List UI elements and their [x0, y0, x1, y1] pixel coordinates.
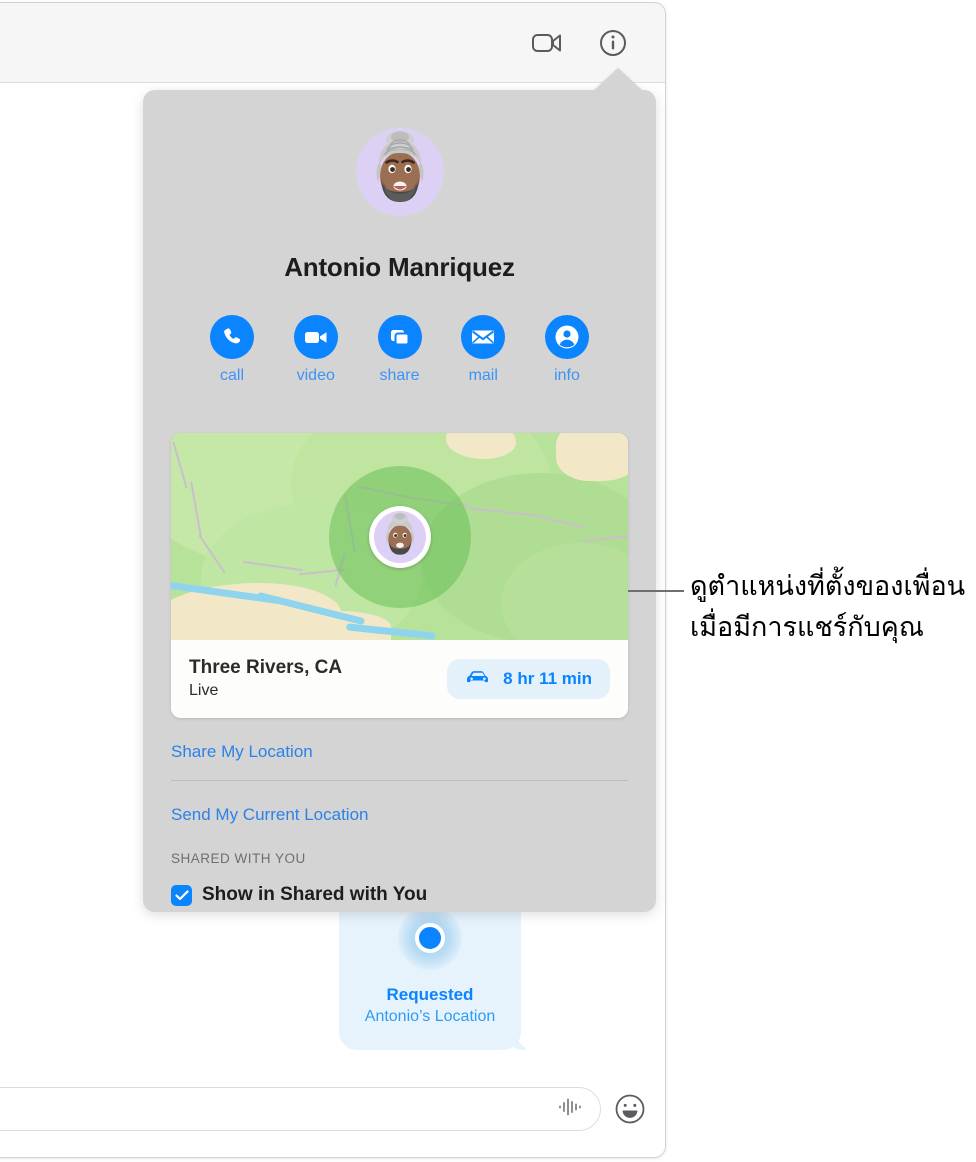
audio-waveform-icon[interactable] — [558, 1097, 584, 1121]
location-dot-icon — [349, 906, 511, 970]
eta-text: 8 hr 11 min — [503, 669, 592, 688]
location-card[interactable]: Three Rivers, CA Live 8 hr 11 min — [171, 433, 628, 718]
map-view[interactable] — [171, 433, 628, 640]
action-call-label: call — [219, 367, 244, 384]
bubble-subtitle: Antonio’s Location — [364, 1008, 496, 1025]
action-share[interactable]: share — [369, 315, 431, 385]
location-request-bubble[interactable]: Requested Antonio’s Location — [339, 892, 521, 1050]
video-camera-icon[interactable] — [527, 23, 567, 63]
phone-icon — [210, 315, 254, 359]
message-compose-bar — [0, 1061, 665, 1157]
shared-with-you-header: SHARED WITH YOU — [171, 851, 306, 866]
memoji-avatar[interactable] — [355, 128, 444, 216]
bubble-title: Requested — [386, 985, 474, 1004]
map-memoji-avatar — [368, 505, 431, 568]
action-call[interactable]: call — [201, 315, 263, 385]
show-in-shared-with-you-row[interactable]: Show in Shared with You — [171, 884, 628, 906]
action-video-label: video — [296, 367, 335, 384]
screenshot-root: Requested Antonio’s Location Antonio Man… — [0, 0, 976, 1162]
place-info: Three Rivers, CA Live — [189, 656, 342, 702]
person-circle-icon — [545, 315, 589, 359]
action-mail[interactable]: mail — [452, 315, 514, 385]
video-camera-icon — [293, 315, 338, 359]
action-info[interactable]: info — [536, 315, 598, 385]
quick-actions: call video share mail info — [201, 315, 598, 385]
action-video[interactable]: video — [285, 315, 347, 385]
contact-name: Antonio Manriquez — [284, 252, 515, 282]
share-my-location-link[interactable]: Share My Location — [171, 718, 628, 762]
location-card-footer: Three Rivers, CA Live 8 hr 11 min — [171, 640, 628, 718]
callout-leader-line — [628, 590, 684, 592]
place-name: Three Rivers, CA — [189, 657, 343, 678]
message-bubble-wrapper: Requested Antonio’s Location — [339, 892, 521, 1050]
avatar-wrapper — [171, 90, 628, 216]
place-status: Live — [189, 682, 219, 699]
show-in-shared-label: Show in Shared with You — [202, 884, 428, 905]
show-in-shared-checkbox[interactable] — [171, 884, 192, 906]
info-circle-icon[interactable] — [593, 23, 633, 63]
callout-text: ดูตำแหน่งที่ตั้งของเพื่อนเมื่อมีการแชร์ก… — [690, 571, 966, 643]
action-mail-label: mail — [468, 367, 498, 384]
checkmark-icon — [174, 889, 189, 900]
action-share-label: share — [379, 367, 420, 384]
envelope-icon — [461, 315, 506, 359]
action-info-label: info — [554, 367, 580, 384]
smiley-face-icon[interactable] — [613, 1092, 647, 1126]
send-my-current-location-link[interactable]: Send My Current Location — [171, 781, 628, 825]
popover-arrow — [592, 68, 644, 92]
message-input[interactable] — [0, 1087, 601, 1131]
eta-badge[interactable]: 8 hr 11 min — [447, 659, 610, 699]
contact-info-popover: Antonio Manriquez call video share mail … — [143, 90, 656, 912]
window-toolbar — [0, 3, 665, 83]
car-icon — [465, 668, 491, 690]
share-windows-icon — [377, 315, 422, 359]
